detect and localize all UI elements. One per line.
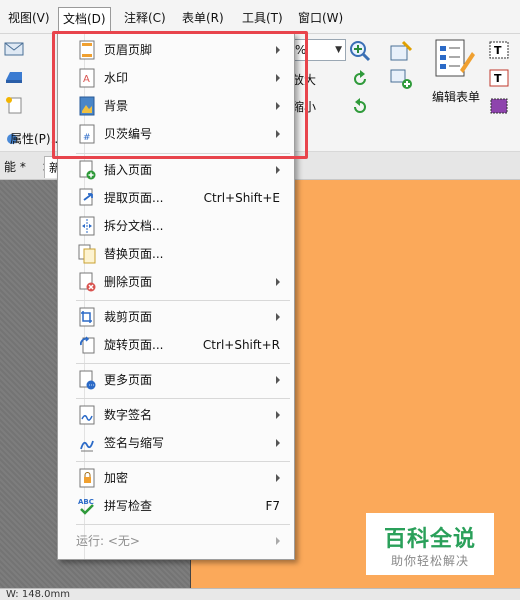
menu-item-label: 数字签名 xyxy=(104,408,153,422)
submenu-arrow-icon xyxy=(276,537,280,545)
watermark-title: 百科全说 xyxy=(383,527,476,552)
rotate-left-icon[interactable] xyxy=(349,68,371,90)
menu-item-label: 更多页面 xyxy=(104,373,153,387)
menu-item-label: 裁剪页面 xyxy=(104,310,153,324)
zoom-in-icon[interactable] xyxy=(348,40,372,62)
menu-item-replace-page[interactable]: 替换页面... xyxy=(58,241,294,267)
menu-separator xyxy=(76,300,290,301)
replace-page-icon xyxy=(78,244,96,264)
watermark-subtitle: 助你轻松解决 xyxy=(390,554,469,568)
rotate-page-icon xyxy=(80,336,95,354)
menu-item-insert-page[interactable]: 插入页面 xyxy=(58,157,294,183)
menu-item-label: 运行: <无> xyxy=(76,534,140,548)
image-field-icon[interactable] xyxy=(389,68,415,92)
menu-item-sign-initials[interactable]: 签名与缩写 xyxy=(58,430,294,456)
menu-view[interactable]: 视图(V) xyxy=(4,7,54,29)
menu-item-label: 拼写检查 xyxy=(104,499,153,513)
menu-item-split-document[interactable]: 拆分文档... xyxy=(58,213,294,239)
more-pages-icon xyxy=(79,370,96,390)
digital-signature-icon xyxy=(79,405,95,425)
menu-item-delete-page[interactable]: 删除页面 xyxy=(58,269,294,295)
menu-item-crop-page[interactable]: 裁剪页面 xyxy=(58,304,294,330)
chevron-down-icon[interactable]: ▼ xyxy=(335,40,342,60)
scanner-icon[interactable] xyxy=(4,68,24,86)
delete-page-icon xyxy=(79,272,96,292)
insert-page-icon xyxy=(79,160,96,180)
menu-tools[interactable]: 工具(T) xyxy=(238,7,287,29)
menubar: 视图(V) 文档(D) 注释(C) 表单(R) 工具(T) 窗口(W) xyxy=(0,0,520,34)
menu-item-shortcut: Ctrl+Shift+E xyxy=(203,191,280,205)
menu-item-more-pages[interactable]: 更多页面 xyxy=(58,367,294,393)
menu-item-extract-page[interactable]: 提取页面... Ctrl+Shift+E xyxy=(58,185,294,211)
typewriter-icon[interactable]: T xyxy=(488,68,510,88)
tab-label: 能 * xyxy=(4,160,26,174)
menu-item-label: 拆分文档... xyxy=(104,219,164,233)
menu-item-label: 替换页面... xyxy=(104,247,164,261)
spell-check-icon: ABC xyxy=(78,498,94,515)
menu-item-label: 提取页面... xyxy=(104,191,164,205)
svg-text:T: T xyxy=(494,44,502,57)
highlight-box xyxy=(52,31,308,159)
submenu-arrow-icon xyxy=(276,278,280,286)
menu-separator xyxy=(76,524,290,525)
selection-box-icon[interactable] xyxy=(488,96,510,116)
split-document-icon xyxy=(79,216,95,236)
menu-form[interactable]: 表单(R) xyxy=(178,7,228,29)
edit-form-icon[interactable] xyxy=(432,38,476,80)
crop-page-icon xyxy=(79,307,95,327)
menu-item-label: 删除页面 xyxy=(104,275,153,289)
submenu-arrow-icon xyxy=(276,166,280,174)
menu-item-label: 签名与缩写 xyxy=(104,436,165,450)
encrypt-icon xyxy=(79,468,95,488)
menu-comment[interactable]: 注释(C) xyxy=(120,7,170,29)
menu-item-label: 插入页面 xyxy=(104,163,153,177)
submenu-arrow-icon xyxy=(276,439,280,447)
menu-item-label: 加密 xyxy=(104,471,129,485)
menu-item-digital-signature[interactable]: 数字签名 xyxy=(58,402,294,428)
menu-item-shortcut: F7 xyxy=(265,499,280,513)
svg-text:T: T xyxy=(494,72,502,85)
status-text: W: 148.0mm xyxy=(6,589,70,600)
submenu-arrow-icon xyxy=(276,411,280,419)
menu-item-spell-check[interactable]: ABC 拼写检查 F7 xyxy=(58,493,294,519)
menu-item-label: 旋转页面... xyxy=(104,338,164,352)
new-file-icon[interactable] xyxy=(4,96,24,114)
email-icon[interactable] xyxy=(4,40,24,58)
menu-item-shortcut: Ctrl+Shift+R xyxy=(202,338,280,352)
menu-item-run: 运行: <无> xyxy=(58,528,294,554)
menu-separator xyxy=(76,398,290,399)
menu-window[interactable]: 窗口(W) xyxy=(294,7,347,29)
submenu-arrow-icon xyxy=(276,376,280,384)
extract-page-icon xyxy=(79,188,93,206)
menu-document[interactable]: 文档(D) xyxy=(58,7,111,34)
menu-separator xyxy=(76,461,290,462)
submenu-arrow-icon xyxy=(276,474,280,482)
menu-item-encrypt[interactable]: 加密 xyxy=(58,465,294,491)
edit-form-label[interactable]: 编辑表单 xyxy=(432,88,480,105)
statusbar: W: 148.0mm xyxy=(0,588,520,600)
rotate-right-icon[interactable] xyxy=(349,96,371,118)
sign-initials-icon xyxy=(80,440,94,452)
text-field-icon[interactable] xyxy=(389,40,415,64)
menu-separator xyxy=(76,363,290,364)
menu-item-rotate-page[interactable]: 旋转页面... Ctrl+Shift+R xyxy=(58,332,294,358)
submenu-arrow-icon xyxy=(276,313,280,321)
watermark: 百科全说 助你轻松解决 xyxy=(366,513,494,575)
text-box-icon[interactable]: T xyxy=(488,40,510,60)
